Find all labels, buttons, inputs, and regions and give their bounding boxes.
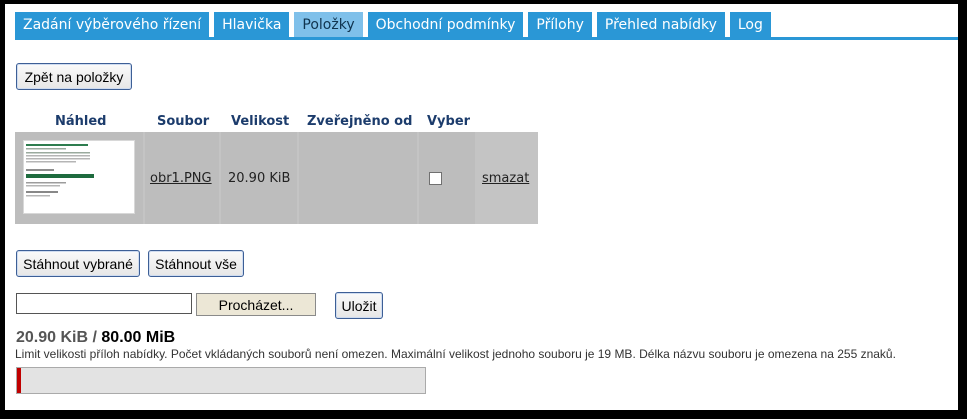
select-cell bbox=[419, 132, 475, 224]
column-header-size: Velikost bbox=[231, 114, 290, 129]
tab-log[interactable]: Log bbox=[729, 12, 771, 37]
usage-used: 20.90 KiB bbox=[16, 329, 89, 346]
column-header-preview: Náhled bbox=[55, 114, 107, 129]
file-upload-input[interactable] bbox=[16, 293, 192, 314]
file-thumbnail[interactable] bbox=[23, 140, 135, 214]
tab-polozky[interactable]: Položky bbox=[294, 12, 363, 37]
usage-summary: 20.90 KiB / 80.00 MiB bbox=[16, 329, 175, 347]
usage-separator: / bbox=[88, 329, 102, 346]
tab-prilohy[interactable]: Přílohy bbox=[528, 12, 592, 37]
tab-obchodni-podminky[interactable]: Obchodní podmínky bbox=[367, 12, 524, 37]
tab-zadani[interactable]: Zadání výběrového řízení bbox=[15, 12, 210, 37]
column-header-published: Zveřejněno od bbox=[307, 114, 413, 129]
limit-description: Limit velikosti příloh nabídky. Počet vk… bbox=[15, 347, 896, 361]
save-button[interactable]: Uložit bbox=[335, 292, 383, 319]
column-header-file: Soubor bbox=[157, 114, 210, 129]
usage-progress-fill bbox=[17, 368, 21, 393]
delete-link[interactable]: smazat bbox=[482, 171, 529, 186]
browse-button[interactable]: Procházet... bbox=[196, 293, 316, 316]
column-header-select: Vyber bbox=[427, 114, 471, 129]
download-selected-button[interactable]: Stáhnout vybrané bbox=[16, 250, 140, 277]
usage-max: 80.00 MiB bbox=[101, 329, 176, 346]
download-all-button[interactable]: Stáhnout vše bbox=[148, 250, 244, 277]
select-checkbox[interactable] bbox=[429, 172, 442, 185]
tab-hlavicka[interactable]: Hlavička bbox=[214, 12, 290, 37]
file-size: 20.90 KiB bbox=[228, 171, 291, 186]
back-to-items-button[interactable]: Zpět na položky bbox=[16, 63, 132, 90]
page-frame: Zadání výběrového řízení Hlavička Položk… bbox=[5, 4, 958, 410]
usage-progress-bar bbox=[16, 367, 426, 394]
tab-underline bbox=[15, 37, 958, 40]
tab-prehled-nabidky[interactable]: Přehled nabídky bbox=[596, 12, 725, 37]
published-cell bbox=[299, 132, 417, 224]
file-link[interactable]: obr1.PNG bbox=[150, 171, 212, 186]
